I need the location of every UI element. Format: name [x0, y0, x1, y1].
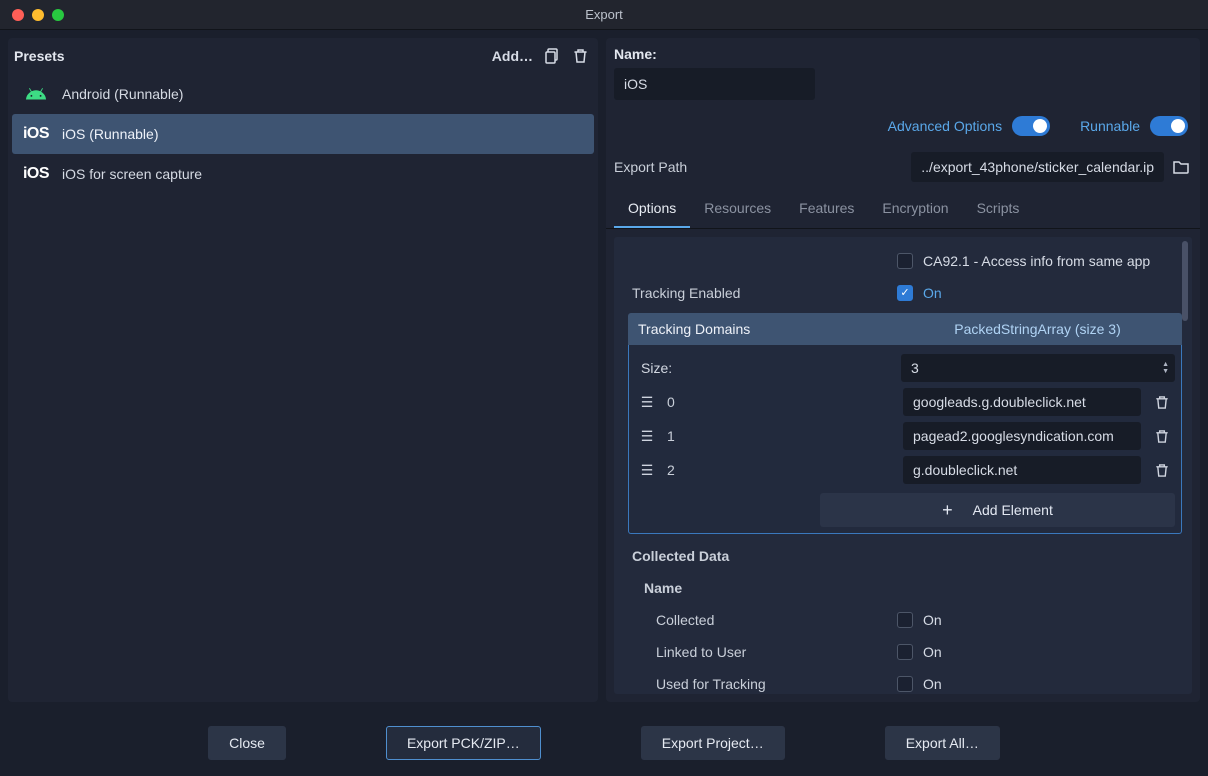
delete-array-item-icon[interactable]	[1149, 429, 1175, 444]
window-title: Export	[585, 7, 623, 22]
array-index-label: 1	[667, 428, 895, 444]
array-item-row: ☰ 1	[635, 419, 1175, 453]
name-label: Name:	[614, 46, 1192, 62]
plus-icon: +	[942, 501, 953, 519]
tracking-domains-label: Tracking Domains	[638, 321, 903, 337]
tab-options[interactable]: Options	[614, 190, 690, 228]
tab-resources[interactable]: Resources	[690, 190, 785, 228]
array-item-row: ☰ 2	[635, 453, 1175, 487]
array-item-row: ☰ 0	[635, 385, 1175, 419]
runnable-toggle[interactable]	[1150, 116, 1188, 136]
minimize-window-icon[interactable]	[32, 9, 44, 21]
linked-to-user-checkbox[interactable]	[897, 644, 913, 660]
drag-handle-icon[interactable]: ☰	[635, 394, 659, 411]
preset-name-input[interactable]	[614, 68, 815, 100]
add-element-label: Add Element	[973, 502, 1053, 518]
maximize-window-icon[interactable]	[52, 9, 64, 21]
drag-handle-icon[interactable]: ☰	[635, 462, 659, 479]
name-subheading: Name	[632, 580, 897, 596]
tracking-domains-header[interactable]: Tracking Domains PackedStringArray (size…	[628, 313, 1182, 345]
presets-panel: Presets Add… Android (Runnable)	[8, 38, 598, 702]
collected-value: On	[923, 612, 942, 628]
tracking-enabled-value: On	[923, 285, 942, 301]
export-all-button[interactable]: Export All…	[885, 726, 1000, 760]
ios-icon: iOS	[22, 164, 50, 184]
drag-handle-icon[interactable]: ☰	[635, 428, 659, 445]
advanced-options-label: Advanced Options	[888, 118, 1002, 134]
preset-item-label: iOS (Runnable)	[62, 126, 159, 142]
used-for-tracking-label: Used for Tracking	[632, 676, 897, 692]
linked-to-user-label: Linked to User	[632, 644, 897, 660]
tracking-enabled-checkbox[interactable]	[897, 285, 913, 301]
export-path-label: Export Path	[614, 159, 905, 175]
export-pck-zip-button[interactable]: Export PCK/ZIP…	[386, 726, 541, 760]
close-window-icon[interactable]	[12, 9, 24, 21]
collected-data-heading: Collected Data	[632, 548, 897, 564]
tab-encryption[interactable]: Encryption	[868, 190, 962, 228]
export-project-button[interactable]: Export Project…	[641, 726, 785, 760]
array-size-input[interactable]: ▲▼	[901, 354, 1175, 382]
add-preset-button[interactable]: Add…	[492, 48, 533, 64]
options-property-tree: CA92.1 - Access info from same app Track…	[614, 237, 1192, 694]
array-index-label: 2	[667, 462, 895, 478]
tracking-domain-input-2[interactable]	[903, 456, 1141, 484]
preset-item-label: Android (Runnable)	[62, 86, 183, 102]
ca921-checkbox[interactable]	[897, 253, 913, 269]
tracking-domain-input-0[interactable]	[903, 388, 1141, 416]
bottom-button-bar: Close Export PCK/ZIP… Export Project… Ex…	[0, 710, 1208, 776]
collected-checkbox[interactable]	[897, 612, 913, 628]
duplicate-preset-icon[interactable]	[545, 48, 561, 64]
add-element-button[interactable]: + Add Element	[820, 493, 1175, 527]
linked-to-user-value: On	[923, 644, 942, 660]
runnable-label: Runnable	[1080, 118, 1140, 134]
preset-item-android[interactable]: Android (Runnable)	[12, 74, 594, 114]
presets-heading: Presets	[14, 48, 65, 64]
preset-item-ios-screencapture[interactable]: iOS iOS for screen capture	[12, 154, 594, 194]
preset-item-label: iOS for screen capture	[62, 166, 202, 182]
tab-bar: Options Resources Features Encryption Sc…	[606, 190, 1200, 229]
tracking-enabled-label: Tracking Enabled	[632, 285, 897, 301]
used-for-tracking-checkbox[interactable]	[897, 676, 913, 692]
ios-icon: iOS	[22, 124, 50, 144]
array-size-label: Size:	[635, 360, 893, 376]
delete-array-item-icon[interactable]	[1149, 395, 1175, 410]
stepper-arrows-icon[interactable]: ▲▼	[1162, 361, 1175, 375]
export-path-field[interactable]: ../export_43phone/sticker_calendar.ip	[911, 152, 1164, 182]
tab-scripts[interactable]: Scripts	[963, 190, 1034, 228]
preset-details-panel: Name: Advanced Options Runnable Export P…	[606, 38, 1200, 702]
tab-features[interactable]: Features	[785, 190, 868, 228]
ca921-label: CA92.1 - Access info from same app	[923, 253, 1150, 269]
collected-label: Collected	[632, 612, 897, 628]
preset-item-ios-runnable[interactable]: iOS iOS (Runnable)	[12, 114, 594, 154]
delete-array-item-icon[interactable]	[1149, 463, 1175, 478]
browse-folder-icon[interactable]	[1170, 156, 1192, 178]
tracking-domains-summary: PackedStringArray (size 3)	[903, 321, 1172, 337]
used-for-tracking-value: On	[923, 676, 942, 692]
close-button[interactable]: Close	[208, 726, 286, 760]
delete-preset-icon[interactable]	[573, 48, 588, 64]
advanced-options-toggle[interactable]	[1012, 116, 1050, 136]
android-icon	[22, 84, 50, 104]
array-index-label: 0	[667, 394, 895, 410]
titlebar: Export	[0, 0, 1208, 30]
tracking-domain-input-1[interactable]	[903, 422, 1141, 450]
tracking-domains-editor: Size: ▲▼ ☰ 0	[628, 345, 1182, 534]
